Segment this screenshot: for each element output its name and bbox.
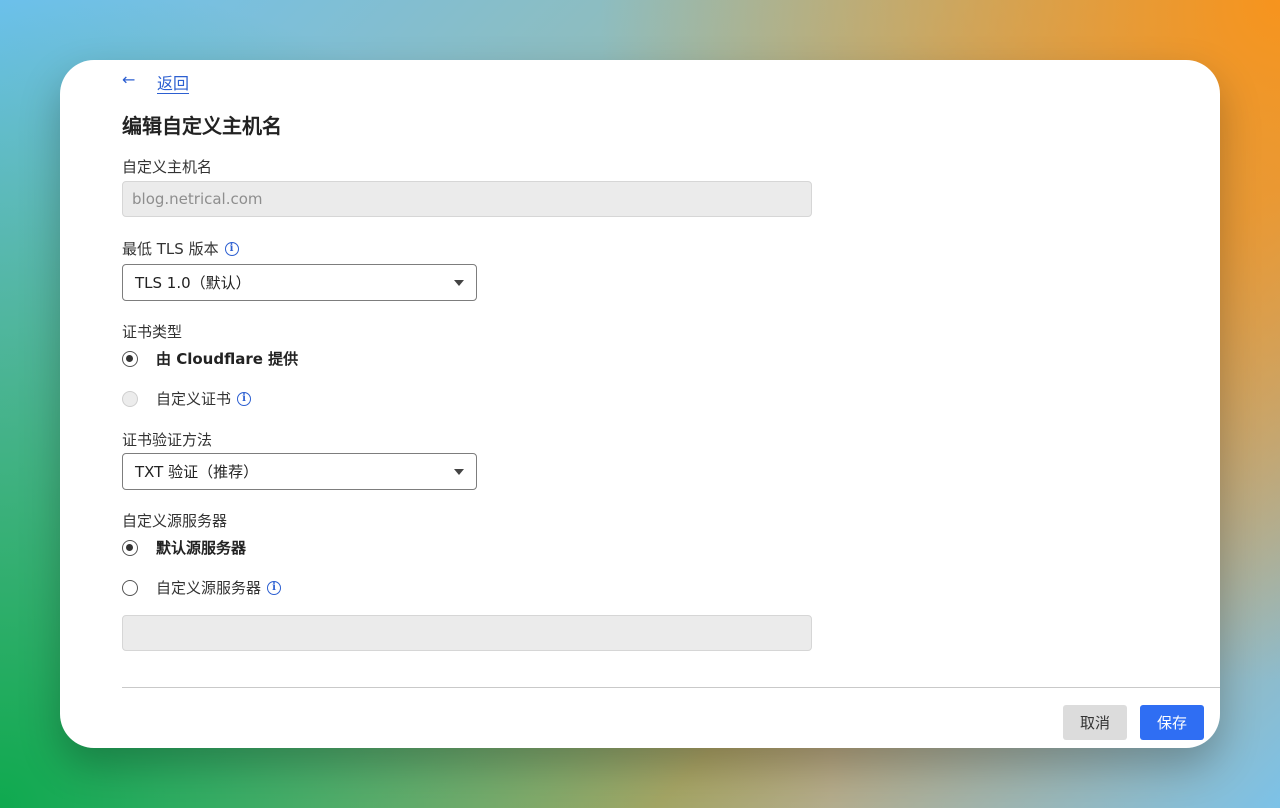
min-tls-label-text: 最低 TLS 版本 [122,240,219,258]
min-tls-select[interactable]: TLS 1.0（默认） [122,264,477,301]
save-button[interactable]: 保存 [1140,705,1204,740]
origin-option-default[interactable]: 默认源服务器 [122,537,246,558]
hostname-label: 自定义主机名 [122,156,212,177]
radio-disabled [122,390,138,407]
hostname-input: blog.netrical.com [122,181,812,217]
cert-type-option-cloudflare[interactable]: 由 Cloudflare 提供 [122,348,298,369]
back-link-label: 返回 [157,74,190,93]
min-tls-label: 最低 TLS 版本 i [122,238,239,259]
back-link[interactable]: ← 返回 [122,68,189,96]
chevron-down-icon [454,468,464,475]
radio-checked[interactable] [122,350,138,367]
cert-validation-label: 证书验证方法 [122,429,212,450]
back-arrow-icon: ← [122,69,136,89]
cert-validation-selected: TXT 验证（推荐） [135,463,259,481]
footer-divider [122,687,1220,688]
origin-option-default-label: 默认源服务器 [156,539,247,557]
origin-option-custom[interactable]: 自定义源服务器 i [122,577,282,598]
min-tls-selected: TLS 1.0（默认） [135,274,251,292]
cert-type-option-custom: 自定义证书 i [122,388,252,409]
origin-server-label: 自定义源服务器 [122,510,227,531]
info-icon[interactable]: i [267,580,282,595]
cert-validation-select[interactable]: TXT 验证（推荐） [122,453,477,490]
origin-server-label-text: 自定义源服务器 [122,512,228,530]
hostname-value: blog.netrical.com [132,190,263,208]
cert-type-option-cloudflare-label: 由 Cloudflare 提供 [156,350,299,368]
chevron-down-icon [454,279,464,286]
cert-type-option-custom-label: 自定义证书 [156,390,232,408]
radio-checked[interactable] [122,539,138,556]
radio-unchecked[interactable] [122,579,138,596]
custom-origin-input [122,615,812,651]
hostname-label-text: 自定义主机名 [122,158,213,176]
info-icon[interactable]: i [237,391,252,406]
cert-type-label-text: 证书类型 [122,323,183,341]
edit-hostname-card: ← 返回 编辑自定义主机名 自定义主机名 blog.netrical.com 最… [60,60,1220,748]
cert-type-label: 证书类型 [122,321,182,342]
cancel-button[interactable]: 取消 [1063,705,1127,740]
info-icon[interactable]: i [224,241,239,256]
cert-validation-label-text: 证书验证方法 [122,431,213,449]
origin-option-custom-label: 自定义源服务器 [156,579,262,597]
page-title: 编辑自定义主机名 [122,114,282,138]
